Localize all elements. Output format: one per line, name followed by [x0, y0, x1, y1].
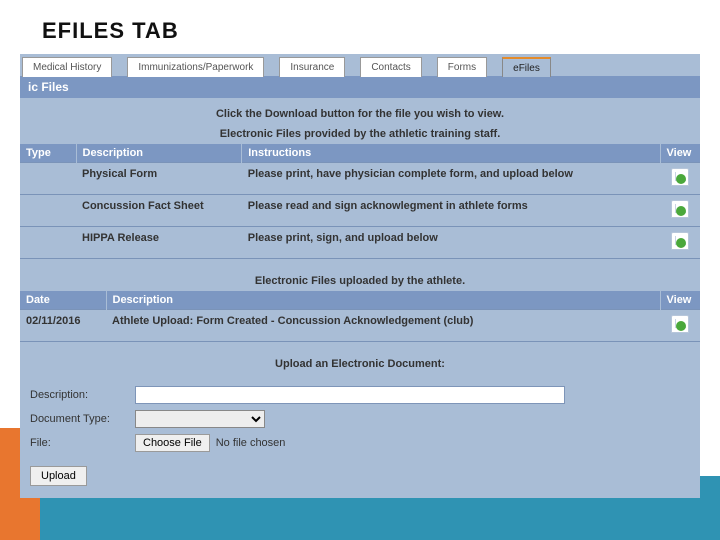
tab-bar: Medical History Immunizations/Paperwork …	[20, 54, 700, 76]
app-panel: Medical History Immunizations/Paperwork …	[20, 54, 700, 498]
download-icon[interactable]	[671, 200, 689, 218]
table-row: Physical Form Please print, have physici…	[20, 163, 700, 195]
tab-contacts[interactable]: Contacts	[360, 57, 421, 77]
download-icon[interactable]	[671, 315, 689, 333]
cell-instructions: Please print, have physician complete fo…	[242, 163, 660, 195]
file-label: File:	[30, 437, 135, 449]
efiles-panel: ic Files Click the Download button for t…	[20, 76, 700, 498]
cell-instructions: Please read and sign acknowlegment in at…	[242, 195, 660, 227]
description-input[interactable]	[135, 386, 565, 404]
table-row: 02/11/2016 Athlete Upload: Form Created …	[20, 310, 700, 342]
cell-description: HIPPA Release	[76, 227, 242, 259]
uploaded-hint: Electronic Files uploaded by the athlete…	[20, 273, 700, 291]
provided-files-table: Type Description Instructions View Physi…	[20, 144, 700, 259]
tab-immunizations[interactable]: Immunizations/Paperwork	[127, 57, 264, 77]
cell-instructions: Please print, sign, and upload below	[242, 227, 660, 259]
provided-col-type: Type	[20, 144, 76, 163]
table-row: HIPPA Release Please print, sign, and up…	[20, 227, 700, 259]
tab-forms[interactable]: Forms	[437, 57, 487, 77]
description-label: Description:	[30, 389, 135, 401]
cell-date: 02/11/2016	[20, 310, 106, 342]
doctype-label: Document Type:	[30, 413, 135, 425]
cell-description: Athlete Upload: Form Created - Concussio…	[106, 310, 660, 342]
tab-efiles[interactable]: eFiles	[502, 57, 551, 77]
cell-type	[20, 195, 76, 227]
upload-doc-hint: Upload an Electronic Document:	[20, 356, 700, 374]
upload-form: Description: Document Type: File: Choose…	[20, 374, 700, 492]
table-row: Concussion Fact Sheet Please read and si…	[20, 195, 700, 227]
download-icon[interactable]	[671, 232, 689, 250]
upload-button[interactable]: Upload	[30, 466, 87, 486]
uploaded-col-description: Description	[106, 291, 660, 310]
file-chosen-text: No file chosen	[216, 437, 286, 449]
slide-title: EFILES TAB	[0, 0, 720, 54]
download-hint: Click the Download button for the file y…	[20, 98, 700, 126]
uploaded-files-table: Date Description View 02/11/2016 Athlete…	[20, 291, 700, 342]
provided-col-description: Description	[76, 144, 242, 163]
uploaded-col-date: Date	[20, 291, 106, 310]
provided-col-instructions: Instructions	[242, 144, 660, 163]
tab-insurance[interactable]: Insurance	[279, 57, 345, 77]
provided-hint: Electronic Files provided by the athleti…	[20, 126, 700, 144]
doctype-select[interactable]	[135, 410, 265, 428]
provided-col-view: View	[660, 144, 700, 163]
choose-file-button[interactable]: Choose File	[135, 434, 210, 452]
tab-medical-history[interactable]: Medical History	[22, 57, 112, 77]
panel-title: ic Files	[20, 76, 700, 98]
download-icon[interactable]	[671, 168, 689, 186]
cell-description: Concussion Fact Sheet	[76, 195, 242, 227]
uploaded-col-view: View	[660, 291, 700, 310]
cell-type	[20, 227, 76, 259]
cell-type	[20, 163, 76, 195]
cell-description: Physical Form	[76, 163, 242, 195]
